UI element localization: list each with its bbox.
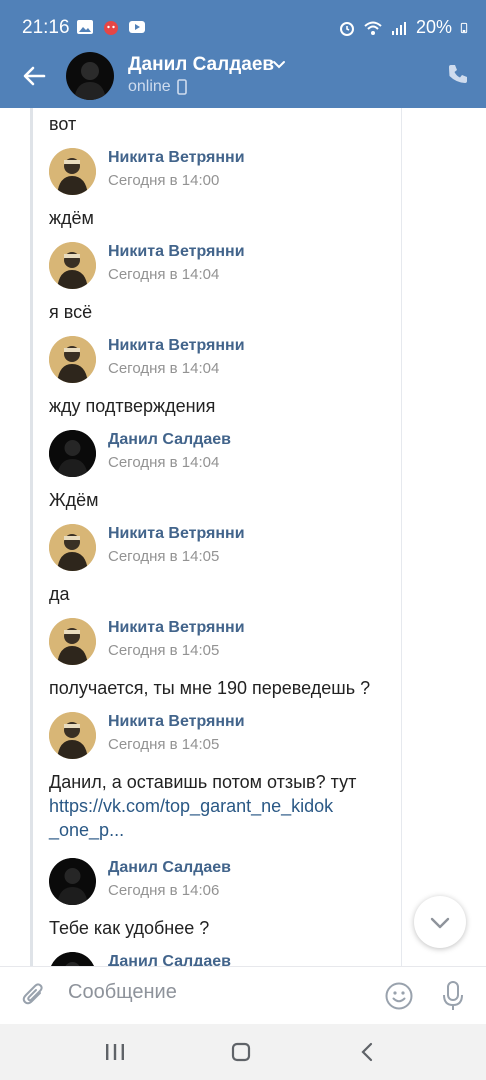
message-composer: Сообщение (0, 966, 486, 1024)
author-name[interactable]: Никита Ветрянни (108, 525, 245, 543)
author-name[interactable]: Данил Салдаев (108, 431, 231, 449)
avatar[interactable] (49, 952, 96, 966)
author-name[interactable]: Никита Ветрянни (108, 713, 245, 731)
message-body: получается, ты мне 190 переведешь ? (49, 678, 371, 698)
alarm-icon (339, 21, 354, 36)
status-right: 20% (338, 17, 472, 38)
avatar[interactable] (49, 618, 96, 665)
message-text[interactable]: Тебе как удобнее ? (49, 916, 399, 940)
message-text[interactable]: получается, ты мне 190 переведешь ? (49, 676, 399, 700)
message-author: Данил СалдаевСегодня в 14:06 (49, 952, 399, 966)
author-name[interactable]: Никита Ветрянни (108, 619, 245, 637)
message-author: Никита Ветрянни Сегодня в 14:04 (49, 242, 399, 290)
author-name[interactable]: Данил Салдаев (108, 953, 231, 966)
avatar[interactable] (49, 148, 96, 195)
message-list[interactable]: вот Никита Ветрянни Сегодня в 14:00 ждём Ник… (0, 108, 486, 966)
author-name[interactable]: Никита Ветрянни (108, 337, 245, 355)
message-time: Сегодня в 14:00 (108, 172, 220, 189)
message-body: Тебе как удобнее ? (49, 918, 210, 938)
message-body: я всё (49, 302, 93, 322)
youtube-icon (129, 21, 145, 33)
message-author: Данил Салдаев Сегодня в 14:06 (49, 858, 399, 906)
author-name[interactable]: Никита Ветрянни (108, 149, 245, 167)
wifi-icon (364, 21, 382, 35)
chat-header: Данил Салдаев online (0, 46, 486, 108)
author-name[interactable]: Никита Ветрянни (108, 243, 245, 261)
message-text[interactable]: да (49, 582, 399, 606)
top-bar: 21:16 20% Данил Салдаев online (0, 0, 486, 108)
message-author: Никита Ветрянни Сегодня в 14:04 (49, 336, 399, 384)
message-time: Сегодня в 14:04 (108, 454, 220, 471)
back-arrow-icon[interactable] (18, 60, 50, 92)
message-body: ждём (49, 208, 94, 228)
message-time: Сегодня в 14:04 (108, 266, 220, 283)
avatar[interactable] (49, 712, 96, 759)
avatar[interactable] (49, 336, 96, 383)
recent-apps-icon[interactable] (104, 1042, 126, 1062)
chevron-down-icon[interactable] (272, 60, 286, 70)
phone-call-icon[interactable] (446, 62, 470, 86)
status-time: 21:16 (22, 17, 70, 38)
chevron-down-icon (430, 917, 450, 929)
message-link[interactable]: _one_p... (49, 818, 399, 842)
scroll-down-button[interactable] (414, 896, 466, 948)
message-body: Ждём (49, 490, 99, 510)
mobile-icon (176, 79, 187, 95)
avatar[interactable] (49, 430, 96, 477)
message-time: Сегодня в 14:05 (108, 642, 220, 659)
nav-back-icon[interactable] (360, 1042, 374, 1062)
message-author: Данил Салдаев Сегодня в 14:04 (49, 430, 399, 478)
home-icon[interactable] (231, 1042, 251, 1062)
message-author: Никита Ветрянни Сегодня в 14:05 (49, 712, 399, 760)
message-text[interactable]: жду подтверждения (49, 394, 399, 418)
battery-percent: 20% (415, 17, 452, 37)
author-name[interactable]: Данил Салдаев (108, 859, 231, 877)
signal-icon (391, 21, 406, 35)
message-text[interactable]: вот (49, 112, 399, 136)
system-nav-bar (0, 1024, 486, 1080)
microphone-icon[interactable] (440, 980, 466, 1012)
message-author: Никита Ветрянни Сегодня в 14:05 (49, 524, 399, 572)
avatar[interactable] (49, 858, 96, 905)
gallery-icon (77, 20, 93, 34)
message-text[interactable]: я всё (49, 300, 399, 324)
message-link[interactable]: https://vk.com/top_garant_ne_kidok (49, 794, 399, 818)
message-body: жду подтверждения (49, 396, 216, 416)
message-input[interactable]: Сообщение (68, 981, 177, 1004)
contact-name[interactable]: Данил Салдаев (128, 54, 274, 76)
battery-icon (460, 22, 468, 33)
message-author: Никита Ветрянни Сегодня в 14:00 (49, 148, 399, 196)
message-body: вот (49, 114, 77, 134)
message-text[interactable]: Данил, а оставишь потом отзыв? тут https:… (49, 770, 399, 842)
message-time: Сегодня в 14:06 (108, 882, 220, 899)
message-text[interactable]: ждём (49, 206, 399, 230)
contact-status: online (128, 78, 187, 96)
message-body: Данил, а оставишь потом отзыв? тут (49, 772, 357, 792)
avatar[interactable] (49, 242, 96, 289)
notification-icons (76, 18, 146, 36)
message-time: Сегодня в 14:05 (108, 736, 220, 753)
avatar[interactable] (49, 524, 96, 571)
contact-avatar[interactable] (66, 52, 114, 100)
message-text[interactable]: Ждём (49, 488, 399, 512)
paperclip-icon[interactable] (20, 981, 48, 1009)
online-label: online (128, 78, 171, 95)
message-time: Сегодня в 14:05 (108, 548, 220, 565)
bug-icon (104, 21, 118, 35)
message-body: да (49, 584, 70, 604)
message-time: Сегодня в 14:04 (108, 360, 220, 377)
emoji-icon[interactable] (384, 981, 414, 1011)
message-author: Никита Ветрянни Сегодня в 14:05 (49, 618, 399, 666)
forwarded-messages: вот Никита Ветрянни Сегодня в 14:00 ждём Ник… (30, 108, 402, 966)
